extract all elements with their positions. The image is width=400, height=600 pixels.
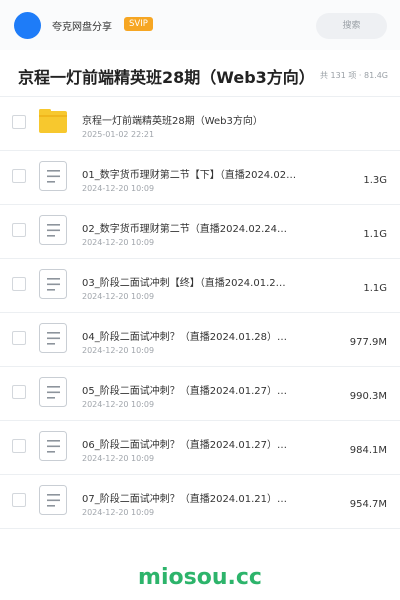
file-date: 2024-12-20 10:09: [82, 238, 155, 247]
watermark: miosou.cc: [138, 565, 262, 590]
file-name: 04_阶段二面试冲刺？（直播2024.01.28）…: [82, 332, 287, 343]
file-size: 984.1M: [349, 445, 387, 456]
file-icon: [38, 160, 68, 192]
file-icon: [38, 268, 68, 300]
header-bar: 夸克网盘分享 SVIP 搜索: [0, 0, 400, 50]
list-item[interactable]: 07_阶段二面试冲刺？（直播2024.01.21）… 2024-12-20 10:…: [0, 475, 400, 529]
file-icon: [38, 376, 68, 408]
file-size: 1.1G: [363, 283, 387, 294]
file-name: 07_阶段二面试冲刺？（直播2024.01.21）…: [82, 494, 287, 505]
row-checkbox[interactable]: [12, 385, 26, 399]
file-icon: [38, 430, 68, 462]
row-checkbox[interactable]: [12, 331, 26, 345]
file-name: 01_数字货币理财第二节【下】（直播2024.02…: [82, 170, 297, 181]
file-name: 京程一灯前端精英班28期（Web3方向）: [82, 116, 263, 127]
search-button[interactable]: 搜索: [316, 13, 387, 39]
brand-label: 夸克网盘分享: [52, 22, 112, 33]
row-checkbox[interactable]: [12, 169, 26, 183]
row-checkbox[interactable]: [12, 439, 26, 453]
folder-meta: 共 131 项 · 81.4G: [320, 71, 388, 80]
list-item[interactable]: 京程一灯前端精英班28期（Web3方向） 2025-01-02 22:21: [0, 97, 400, 151]
row-checkbox[interactable]: [12, 493, 26, 507]
file-date: 2025-01-02 22:21: [82, 130, 155, 139]
file-date: 2024-12-20 10:09: [82, 184, 155, 193]
row-checkbox[interactable]: [12, 277, 26, 291]
file-size: 977.9M: [349, 337, 387, 348]
svip-badge: SVIP: [124, 17, 153, 31]
file-icon: [38, 484, 68, 516]
file-name: 02_数字货币理财第二节（直播2024.02.24…: [82, 224, 287, 235]
list-item[interactable]: 06_阶段二面试冲刺？（直播2024.01.27）… 2024-12-20 10:…: [0, 421, 400, 475]
file-size: 1.1G: [363, 229, 387, 240]
file-name: 03_阶段二面试冲刺【终】（直播2024.01.2…: [82, 278, 286, 289]
list-item[interactable]: 03_阶段二面试冲刺【终】（直播2024.01.2… 2024-12-20 10:…: [0, 259, 400, 313]
folder-icon: [38, 106, 68, 138]
file-date: 2024-12-20 10:09: [82, 346, 155, 355]
list-item[interactable]: 04_阶段二面试冲刺？（直播2024.01.28）… 2024-12-20 10:…: [0, 313, 400, 367]
file-list: 京程一灯前端精英班28期（Web3方向） 2025-01-02 22:21 01_数…: [0, 97, 400, 529]
list-item[interactable]: 02_数字货币理财第二节（直播2024.02.24… 2024-12-20 10:…: [0, 205, 400, 259]
file-size: 954.7M: [349, 499, 387, 510]
file-size: 990.3M: [349, 391, 387, 402]
file-date: 2024-12-20 10:09: [82, 400, 155, 409]
row-checkbox[interactable]: [12, 223, 26, 237]
file-name: 06_阶段二面试冲刺？（直播2024.01.27）…: [82, 440, 287, 451]
file-size: 1.3G: [363, 175, 387, 186]
list-item[interactable]: 01_数字货币理财第二节【下】（直播2024.02… 2024-12-20 10:…: [0, 151, 400, 205]
file-date: 2024-12-20 10:09: [82, 292, 155, 301]
file-icon: [38, 322, 68, 354]
file-name: 05_阶段二面试冲刺？（直播2024.01.27）…: [82, 386, 287, 397]
file-icon: [38, 214, 68, 246]
file-date: 2024-12-20 10:09: [82, 454, 155, 463]
file-date: 2024-12-20 10:09: [82, 508, 155, 517]
avatar[interactable]: [14, 12, 41, 39]
row-checkbox[interactable]: [12, 115, 26, 129]
list-item[interactable]: 05_阶段二面试冲刺？（直播2024.01.27）… 2024-12-20 10:…: [0, 367, 400, 421]
page-title: 京程一灯前端精英班28期（Web3方向）: [18, 68, 315, 87]
